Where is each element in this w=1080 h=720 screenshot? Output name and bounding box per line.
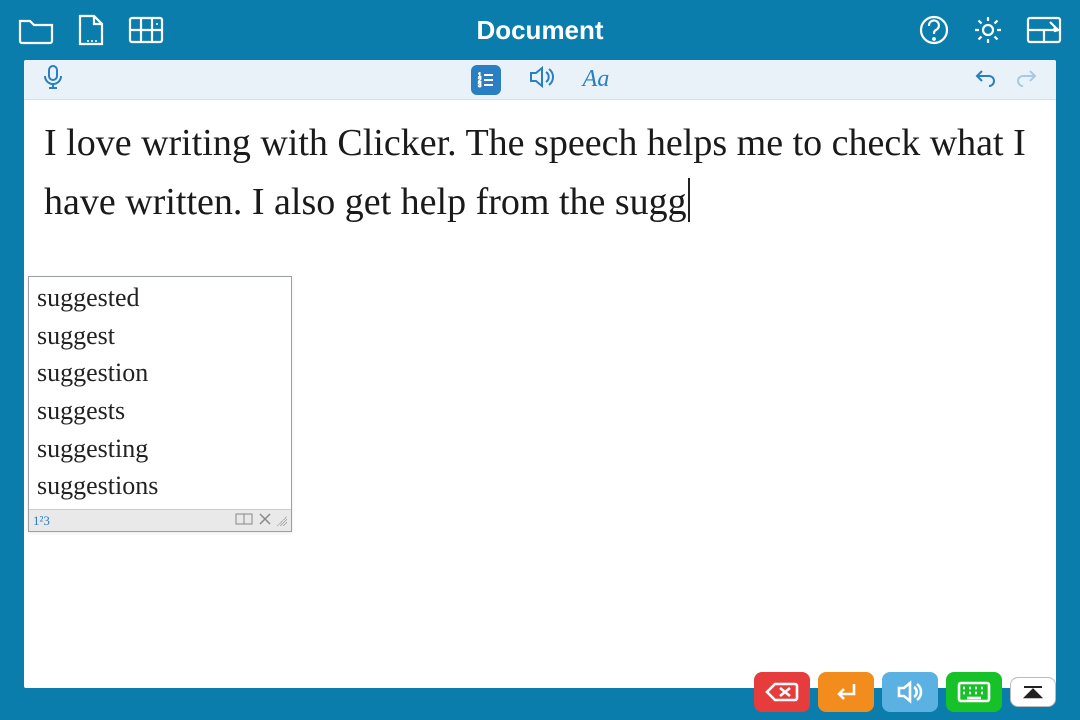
suggestion-item[interactable]: suggest — [37, 317, 283, 355]
suggestion-item[interactable]: suggested — [37, 279, 283, 317]
suggestion-footer: 1²3 — [29, 509, 291, 531]
suggestion-item[interactable]: suggesting — [37, 430, 283, 468]
close-icon[interactable] — [259, 511, 271, 531]
redo-icon[interactable] — [1016, 67, 1038, 92]
bottom-toolbar — [754, 672, 1056, 712]
text-cursor — [688, 178, 690, 222]
folder-icon[interactable] — [18, 15, 54, 45]
edit-layout-icon[interactable] — [1026, 16, 1062, 44]
help-icon[interactable] — [918, 14, 950, 46]
document-title: Document — [278, 15, 802, 46]
resize-grip-icon[interactable] — [277, 516, 287, 526]
layout-toggle-icon[interactable] — [235, 511, 253, 531]
font-icon[interactable]: Aa — [583, 66, 610, 93]
svg-text:3: 3 — [478, 83, 482, 89]
formatting-toolbar: 123 Aa — [24, 60, 1056, 100]
undo-icon[interactable] — [974, 67, 996, 92]
titlebar: Document — [0, 0, 1080, 60]
suggestion-footer-label[interactable]: 1²3 — [33, 511, 50, 531]
speak-button[interactable] — [882, 672, 938, 712]
delete-button[interactable] — [754, 672, 810, 712]
suggestion-item[interactable]: suggestion — [37, 354, 283, 392]
list-icon[interactable]: 123 — [471, 65, 501, 95]
enter-button[interactable] — [818, 672, 874, 712]
workspace: 123 Aa I love writing with Clicker. The … — [24, 60, 1056, 688]
titlebar-left-group — [18, 14, 278, 46]
grid-view-icon[interactable] — [128, 16, 164, 44]
suggestion-list: suggested suggest suggestion suggests su… — [29, 277, 291, 509]
text-editor[interactable]: I love writing with Clicker. The speech … — [24, 100, 1056, 246]
titlebar-right-group — [802, 14, 1062, 46]
collapse-button[interactable] — [1010, 677, 1056, 707]
microphone-icon[interactable] — [42, 64, 64, 95]
new-document-icon[interactable] — [76, 14, 106, 46]
suggestion-popup: suggested suggest suggestion suggests su… — [28, 276, 292, 532]
editor-text: I love writing with Clicker. The speech … — [44, 122, 1026, 223]
suggestion-item[interactable]: suggests — [37, 392, 283, 430]
speaker-icon[interactable] — [529, 65, 555, 94]
settings-icon[interactable] — [972, 14, 1004, 46]
suggestion-item[interactable]: suggestions — [37, 467, 283, 505]
keyboard-button[interactable] — [946, 672, 1002, 712]
